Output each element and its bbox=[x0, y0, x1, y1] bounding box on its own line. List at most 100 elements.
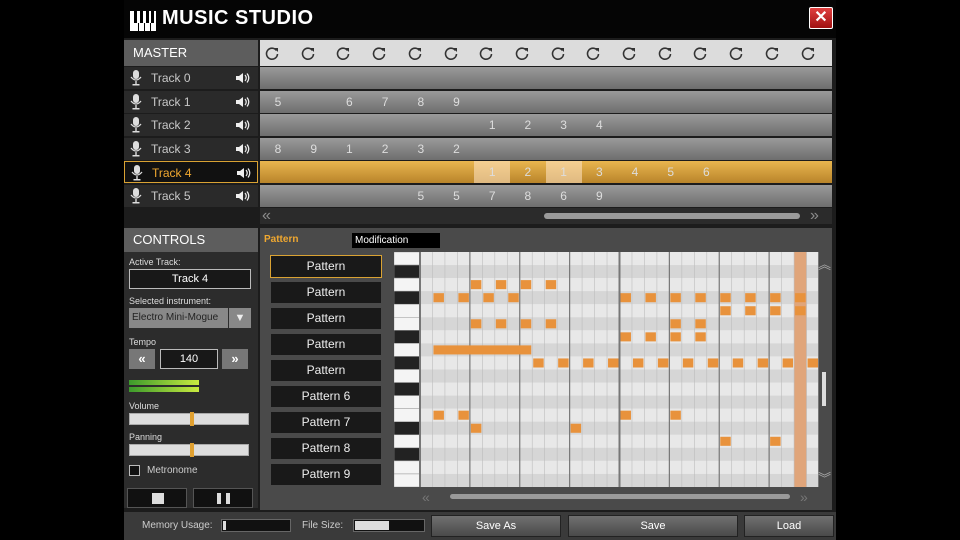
pause-button[interactable] bbox=[193, 488, 253, 508]
step-value[interactable]: 9 bbox=[439, 91, 475, 113]
tempo-increase-button[interactable]: » bbox=[222, 349, 248, 369]
piano-key[interactable] bbox=[394, 460, 421, 475]
instrument-select[interactable]: Electro Mini-Mogue bbox=[129, 308, 228, 328]
piano-key[interactable] bbox=[394, 277, 421, 292]
vertical-scroll-thumb[interactable] bbox=[822, 372, 826, 406]
note-block[interactable] bbox=[720, 306, 731, 316]
note-block[interactable] bbox=[695, 332, 706, 342]
track-label-4[interactable]: Track 4 bbox=[124, 161, 258, 183]
loop-icon[interactable] bbox=[550, 45, 566, 61]
microphone-icon[interactable] bbox=[130, 117, 142, 133]
speaker-icon[interactable] bbox=[235, 96, 251, 108]
step-value[interactable]: 8 bbox=[260, 138, 296, 160]
step-value[interactable]: 4 bbox=[617, 161, 653, 183]
note-block[interactable] bbox=[745, 306, 756, 316]
note-block[interactable] bbox=[720, 293, 731, 303]
note-block[interactable] bbox=[632, 358, 644, 368]
loop-icon[interactable] bbox=[407, 45, 423, 61]
note-block[interactable] bbox=[520, 319, 532, 329]
scroll-right-icon[interactable]: » bbox=[800, 490, 808, 504]
step-value[interactable]: 7 bbox=[474, 185, 510, 207]
panning-slider-knob[interactable] bbox=[190, 443, 195, 457]
note-block[interactable] bbox=[807, 358, 818, 368]
note-block[interactable] bbox=[720, 436, 731, 446]
step-value[interactable]: 9 bbox=[581, 185, 617, 207]
piano-roll-grid[interactable] bbox=[394, 252, 819, 487]
piano-key[interactable] bbox=[394, 252, 421, 266]
loop-icon[interactable] bbox=[728, 45, 744, 61]
piano-roll-svg[interactable] bbox=[394, 252, 819, 487]
piano-key[interactable] bbox=[394, 395, 421, 409]
pattern-button[interactable]: Pattern bbox=[270, 255, 382, 278]
pattern-button[interactable]: Pattern bbox=[270, 307, 382, 330]
scroll-left-icon[interactable]: « bbox=[262, 208, 271, 224]
note-block[interactable] bbox=[620, 293, 631, 303]
step-value[interactable]: 3 bbox=[546, 114, 582, 136]
microphone-icon[interactable] bbox=[131, 165, 143, 181]
active-track-field[interactable]: Track 4 bbox=[129, 269, 251, 289]
pattern-button[interactable]: Pattern 6 bbox=[270, 385, 382, 408]
note-block[interactable] bbox=[770, 436, 781, 446]
scroll-down-icon[interactable]: ︾ bbox=[818, 468, 831, 487]
note-block[interactable] bbox=[483, 293, 494, 303]
horizontal-scroll-thumb[interactable] bbox=[450, 494, 790, 499]
step-value[interactable]: 1 bbox=[474, 114, 510, 136]
pattern-button[interactable]: Pattern 9 bbox=[270, 463, 382, 486]
piano-key[interactable] bbox=[394, 303, 421, 318]
note-block[interactable] bbox=[670, 319, 681, 329]
note-block[interactable] bbox=[782, 358, 794, 368]
note-block[interactable] bbox=[682, 358, 694, 368]
piano-key[interactable] bbox=[394, 290, 421, 305]
close-button[interactable]: ✕ bbox=[809, 7, 833, 29]
note-block[interactable] bbox=[470, 280, 482, 290]
microphone-icon[interactable] bbox=[130, 70, 142, 86]
step-value[interactable]: 3 bbox=[403, 138, 439, 160]
note-block[interactable] bbox=[620, 332, 631, 342]
scroll-up-icon[interactable]: ︽ bbox=[818, 254, 831, 273]
note-block[interactable] bbox=[770, 293, 781, 303]
track-lane-4[interactable]: 1213456 bbox=[260, 161, 832, 183]
note-block[interactable] bbox=[695, 319, 706, 329]
note-block[interactable] bbox=[732, 358, 744, 368]
piano-roll-horizontal-scrollbar[interactable]: « » bbox=[420, 490, 820, 504]
track-label-5[interactable]: Track 5 bbox=[124, 184, 258, 207]
note-block[interactable] bbox=[620, 410, 631, 420]
track-lane-2[interactable]: 1234 bbox=[260, 114, 832, 136]
piano-key[interactable] bbox=[394, 408, 421, 422]
note-block[interactable] bbox=[470, 319, 482, 329]
pattern-button[interactable]: Pattern bbox=[270, 333, 382, 356]
tab-pattern[interactable]: Pattern bbox=[264, 234, 298, 245]
note-block[interactable] bbox=[745, 293, 756, 303]
note-block[interactable] bbox=[695, 293, 706, 303]
loop-icon[interactable] bbox=[621, 45, 637, 61]
save-as-button[interactable]: Save As bbox=[431, 515, 561, 537]
pattern-button[interactable]: Pattern bbox=[270, 359, 382, 382]
step-value[interactable]: 2 bbox=[367, 138, 403, 160]
save-button[interactable]: Save bbox=[568, 515, 738, 537]
loop-icon[interactable] bbox=[514, 45, 530, 61]
loop-icon[interactable] bbox=[264, 45, 280, 61]
loop-icon[interactable] bbox=[585, 45, 601, 61]
speaker-icon[interactable] bbox=[235, 190, 251, 202]
step-value[interactable]: 8 bbox=[510, 185, 546, 207]
loop-icon[interactable] bbox=[764, 45, 780, 61]
piano-key[interactable] bbox=[394, 264, 421, 279]
speaker-icon[interactable] bbox=[236, 167, 252, 179]
pattern-button[interactable]: Pattern bbox=[270, 281, 382, 304]
step-value[interactable]: 5 bbox=[403, 185, 439, 207]
metronome-checkbox[interactable] bbox=[129, 465, 140, 476]
load-button[interactable]: Load bbox=[744, 515, 834, 537]
piano-key[interactable] bbox=[394, 421, 421, 436]
scroll-left-icon[interactable]: « bbox=[422, 490, 430, 504]
note-block[interactable] bbox=[545, 280, 557, 290]
step-value[interactable]: 2 bbox=[510, 161, 546, 183]
note-block[interactable] bbox=[433, 410, 444, 420]
note-block[interactable] bbox=[770, 306, 781, 316]
track-label-2[interactable]: Track 2 bbox=[124, 114, 258, 136]
note-block[interactable] bbox=[545, 319, 557, 329]
tempo-value-field[interactable]: 140 bbox=[160, 349, 218, 369]
step-value[interactable]: 5 bbox=[260, 91, 296, 113]
volume-slider[interactable] bbox=[129, 412, 249, 426]
step-value[interactable]: 4 bbox=[581, 114, 617, 136]
tempo-decrease-button[interactable]: « bbox=[129, 349, 155, 369]
